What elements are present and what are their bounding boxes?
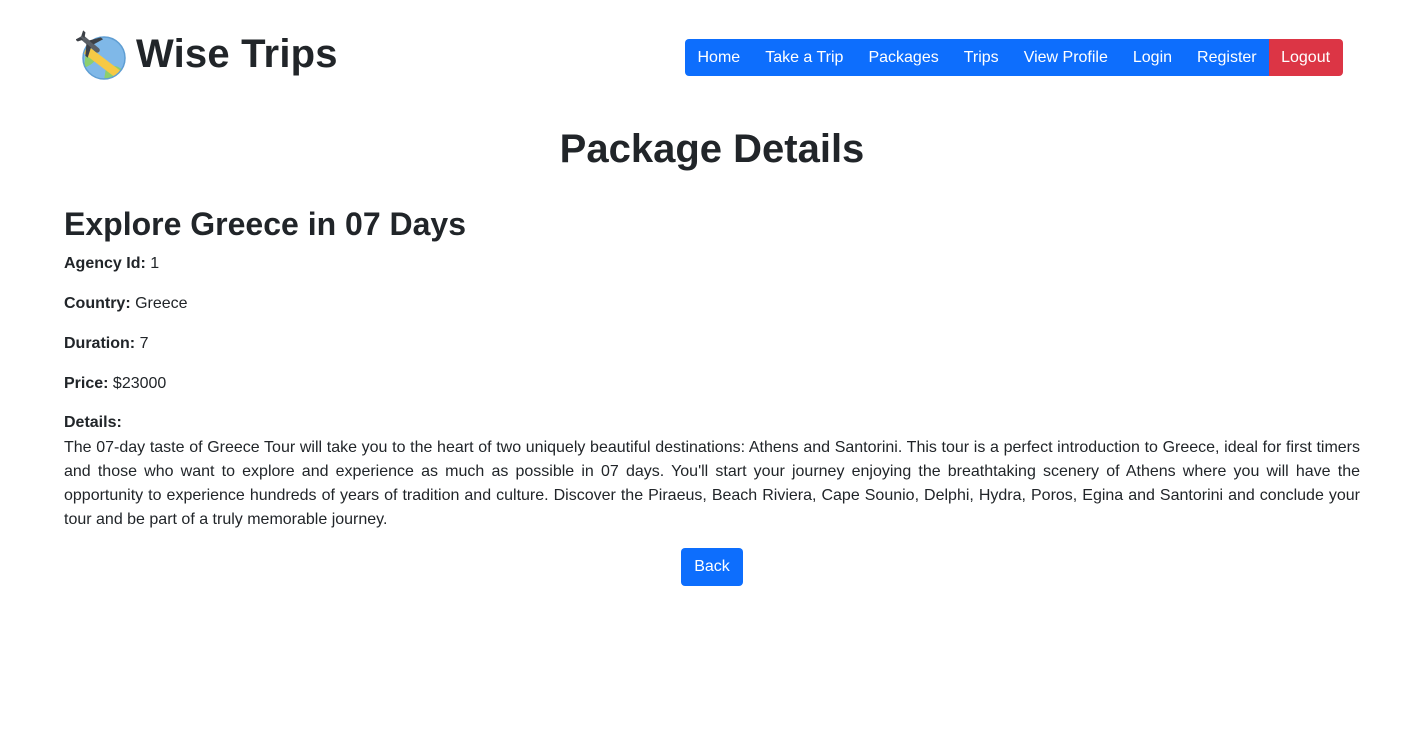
details-text: The 07-day taste of Greece Tour will tak… xyxy=(64,439,1360,528)
country-field: Country: Greece xyxy=(64,293,188,315)
duration-label: Duration: xyxy=(64,335,136,352)
main-nav: Home Take a Trip Packages Trips View Pro… xyxy=(685,39,1344,76)
brand-title[interactable]: Wise Trips xyxy=(136,30,338,78)
agency-id-value: 1 xyxy=(150,255,160,272)
price-label: Price: xyxy=(64,375,109,392)
nav-view-profile[interactable]: View Profile xyxy=(1011,39,1121,76)
back-button[interactable]: Back xyxy=(681,548,743,586)
page: Wise Trips Home Take a Trip Packages Tri… xyxy=(0,0,1424,731)
nav-register[interactable]: Register xyxy=(1184,39,1270,76)
details-label: Details: xyxy=(64,414,122,431)
globe-airplane-icon xyxy=(75,28,128,80)
duration-value: 7 xyxy=(139,335,149,352)
nav-take-a-trip[interactable]: Take a Trip xyxy=(752,39,856,76)
country-value: Greece xyxy=(135,295,188,312)
package-name: Explore Greece in 07 Days xyxy=(64,206,466,242)
country-label: Country: xyxy=(64,295,131,312)
agency-id-label: Agency Id: xyxy=(64,255,146,272)
brand[interactable]: Wise Trips xyxy=(75,28,338,80)
price-field: Price: $23000 xyxy=(64,373,166,395)
nav-packages[interactable]: Packages xyxy=(855,39,952,76)
duration-field: Duration: 7 xyxy=(64,333,148,355)
nav-home[interactable]: Home xyxy=(685,39,753,76)
agency-id-field: Agency Id: 1 xyxy=(64,253,159,275)
page-title: Package Details xyxy=(559,127,865,171)
nav-trips[interactable]: Trips xyxy=(951,39,1012,76)
nav-logout[interactable]: Logout xyxy=(1269,39,1344,76)
nav-login[interactable]: Login xyxy=(1120,39,1185,76)
price-value: $23000 xyxy=(112,375,167,392)
